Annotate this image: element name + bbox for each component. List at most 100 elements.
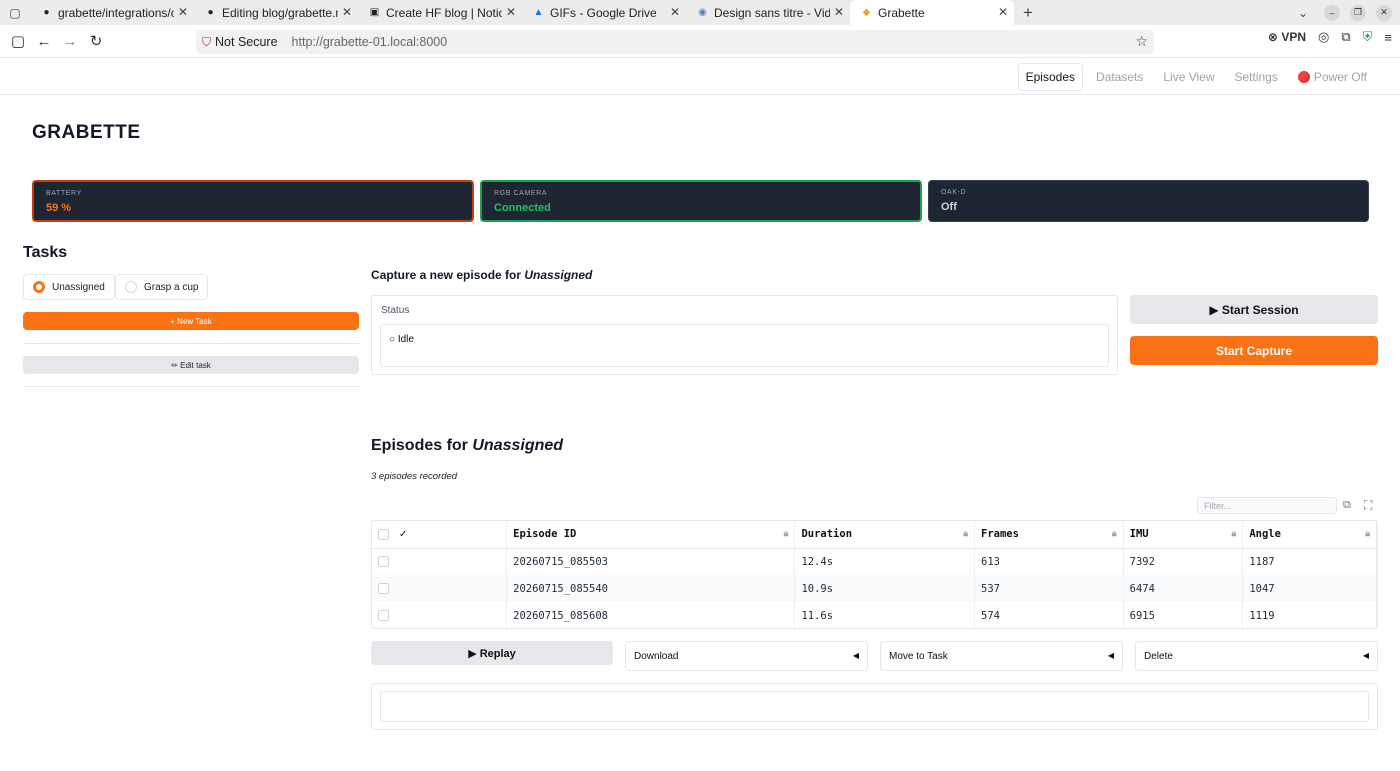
table-row[interactable]: 20260715_085608 11.6s 574 6915 1119 xyxy=(372,602,1377,628)
column-header-duration[interactable]: Duration 🔒︎ xyxy=(794,521,975,549)
browser-tab-5[interactable]: ◉ Design sans titre - Vidéo ✕ xyxy=(686,0,850,25)
nav-datasets[interactable]: Datasets xyxy=(1089,64,1150,90)
row-checkbox[interactable] xyxy=(378,583,389,594)
download-dropdown[interactable]: Download ◀ xyxy=(625,641,868,671)
tab-label: Grabette xyxy=(878,5,925,20)
close-icon[interactable]: ✕ xyxy=(670,5,680,19)
radio-selected[interactable] xyxy=(33,281,45,293)
tab-label: GIFs - Google Drive xyxy=(550,5,657,20)
table-row[interactable]: 20260715_085503 12.4s 613 7392 1187 xyxy=(372,548,1377,575)
row-checkbox[interactable] xyxy=(378,556,389,568)
close-icon[interactable]: ✕ xyxy=(998,5,1008,19)
restore-icon[interactable]: ❐ xyxy=(1350,4,1366,21)
rgb-camera-value: Connected xyxy=(494,202,551,214)
delete-dropdown[interactable]: Delete ◀ xyxy=(1135,641,1378,671)
radio-unselected[interactable] xyxy=(125,281,137,293)
tab-overview-icon[interactable]: ▢ xyxy=(0,0,30,25)
cell-angle: 1047 xyxy=(1242,575,1377,602)
column-label: Frames xyxy=(981,528,1019,541)
window-controls: ⌄ – ❐ ✕ xyxy=(1298,0,1400,25)
toolbar-right: ⊗ VPN ◎ ⧉ ⛨ ≡ xyxy=(1268,29,1392,45)
chevron-down-icon[interactable]: ⌄ xyxy=(1298,6,1308,20)
status-panel: Status ○ Idle xyxy=(371,295,1118,375)
fullscreen-icon[interactable]: ⛶ xyxy=(1364,498,1372,513)
episodes-heading-prefix: Episodes for xyxy=(371,437,473,454)
column-header-frames[interactable]: Frames 🔒︎ xyxy=(974,521,1124,549)
security-label[interactable]: Not Secure xyxy=(215,35,278,49)
forward-icon[interactable]: → xyxy=(57,28,83,54)
copy-icon[interactable]: ⧉ xyxy=(1343,499,1351,512)
column-header-imu[interactable]: IMU 🔒︎ xyxy=(1123,521,1244,549)
nav-live-view[interactable]: Live View xyxy=(1156,64,1221,90)
episodes-table: ✓ Episode ID 🔒︎ Duration 🔒︎ Frames 🔒︎ IMU 🔒︎… xyxy=(371,520,1378,629)
cell-frames: 613 xyxy=(974,548,1124,575)
hf-icon: ◆ xyxy=(862,7,871,18)
start-capture-button[interactable]: Start Capture xyxy=(1130,336,1378,365)
new-tab-icon[interactable]: + xyxy=(1014,0,1042,25)
reload-icon[interactable]: ↻ xyxy=(83,28,109,54)
tab-label: Editing blog/grabette.m xyxy=(222,5,338,20)
oak-d-value: Off xyxy=(941,201,957,213)
drive-icon: ▲ xyxy=(533,7,544,18)
close-icon[interactable]: ✕ xyxy=(178,5,188,19)
address-bar[interactable]: ⛉ Not Secure http://grabette-01.local:80… xyxy=(196,30,1154,54)
close-icon[interactable]: ✕ xyxy=(506,5,516,19)
nav-settings[interactable]: Settings xyxy=(1228,64,1285,90)
vpn-button[interactable]: ⊗ VPN xyxy=(1268,30,1306,44)
caret-left-icon: ◀ xyxy=(1362,651,1369,660)
new-task-button[interactable]: + New Task xyxy=(23,312,359,330)
menu-icon[interactable]: ≡ xyxy=(1384,30,1392,45)
cell-duration: 11.6s xyxy=(794,602,975,628)
star-icon[interactable]: ☆ xyxy=(1135,33,1148,50)
divider xyxy=(23,343,359,344)
task-option-label: Grasp a cup xyxy=(144,281,199,293)
table-row[interactable]: 20260715_085540 10.9s 537 6474 1047 xyxy=(372,575,1377,602)
shield-icon[interactable]: ⛉ xyxy=(202,35,211,50)
url-text[interactable]: http://grabette-01.local:8000 xyxy=(292,35,448,49)
row-select-cell[interactable] xyxy=(372,602,508,628)
row-select-cell[interactable] xyxy=(372,548,508,575)
cell-imu: 7392 xyxy=(1123,548,1244,575)
episodes-task-name: Unassigned xyxy=(472,437,564,454)
sidebar-icon[interactable]: ▢ xyxy=(5,28,31,54)
browser-tab-6[interactable]: ◆ Grabette ✕ xyxy=(850,0,1014,25)
close-icon[interactable]: ✕ xyxy=(342,5,352,19)
output-panel xyxy=(371,683,1378,730)
nav-episodes[interactable]: Episodes xyxy=(1017,63,1083,91)
edit-task-button[interactable]: ✏ Edit task xyxy=(23,356,359,374)
task-option-unassigned[interactable]: Unassigned xyxy=(23,274,115,300)
lock-icon: 🔒︎ xyxy=(783,529,789,539)
column-header-angle[interactable]: Angle 🔒︎ xyxy=(1242,521,1377,549)
select-all-cell[interactable]: ✓ xyxy=(372,521,508,549)
column-header-episode-id[interactable]: Episode ID 🔒︎ xyxy=(506,521,796,549)
close-icon[interactable]: ✕ xyxy=(834,5,844,19)
lock-icon: 🔒︎ xyxy=(1365,529,1370,539)
power-off-button[interactable]: Power Off xyxy=(1291,64,1374,90)
shield-check-icon[interactable]: ⛨ xyxy=(1363,29,1373,45)
row-checkbox[interactable] xyxy=(378,610,389,621)
cell-episode-id: 20260715_085540 xyxy=(506,575,796,602)
window-close-icon[interactable]: ✕ xyxy=(1376,4,1392,21)
filter-input[interactable]: Filter... xyxy=(1197,497,1337,514)
rgb-camera-card: RGB CAMERA Connected xyxy=(480,180,922,222)
dropdown-label: Download xyxy=(634,650,679,662)
profile-icon[interactable]: ◎ xyxy=(1318,29,1329,45)
browser-tab-3[interactable]: ▣ Create HF blog | Notion ✕ xyxy=(358,0,522,25)
lock-icon: 🔒︎ xyxy=(963,529,968,539)
replay-button[interactable]: ▶ Replay xyxy=(371,641,613,665)
output-field[interactable] xyxy=(380,691,1369,722)
select-all-checkbox[interactable] xyxy=(378,528,389,540)
minimize-icon[interactable]: – xyxy=(1324,4,1340,21)
start-session-button[interactable]: ▶ Start Session xyxy=(1130,295,1378,324)
card-label: BATTERY xyxy=(46,190,82,197)
row-select-cell[interactable] xyxy=(372,575,508,602)
browser-tab-1[interactable]: ● grabette/integrations/op ✕ xyxy=(30,0,194,25)
task-option-grasp-a-cup[interactable]: Grasp a cup xyxy=(115,274,209,300)
extensions-icon[interactable]: ⧉ xyxy=(1341,29,1350,45)
move-to-task-dropdown[interactable]: Move to Task ◀ xyxy=(880,641,1123,671)
cell-episode-id: 20260715_085608 xyxy=(506,602,796,628)
page-title: GRABETTE xyxy=(32,122,141,143)
browser-tab-2[interactable]: ● Editing blog/grabette.m ✕ xyxy=(194,0,358,25)
back-icon[interactable]: ← xyxy=(31,28,57,54)
browser-tab-4[interactable]: ▲ GIFs - Google Drive ✕ xyxy=(522,0,686,25)
